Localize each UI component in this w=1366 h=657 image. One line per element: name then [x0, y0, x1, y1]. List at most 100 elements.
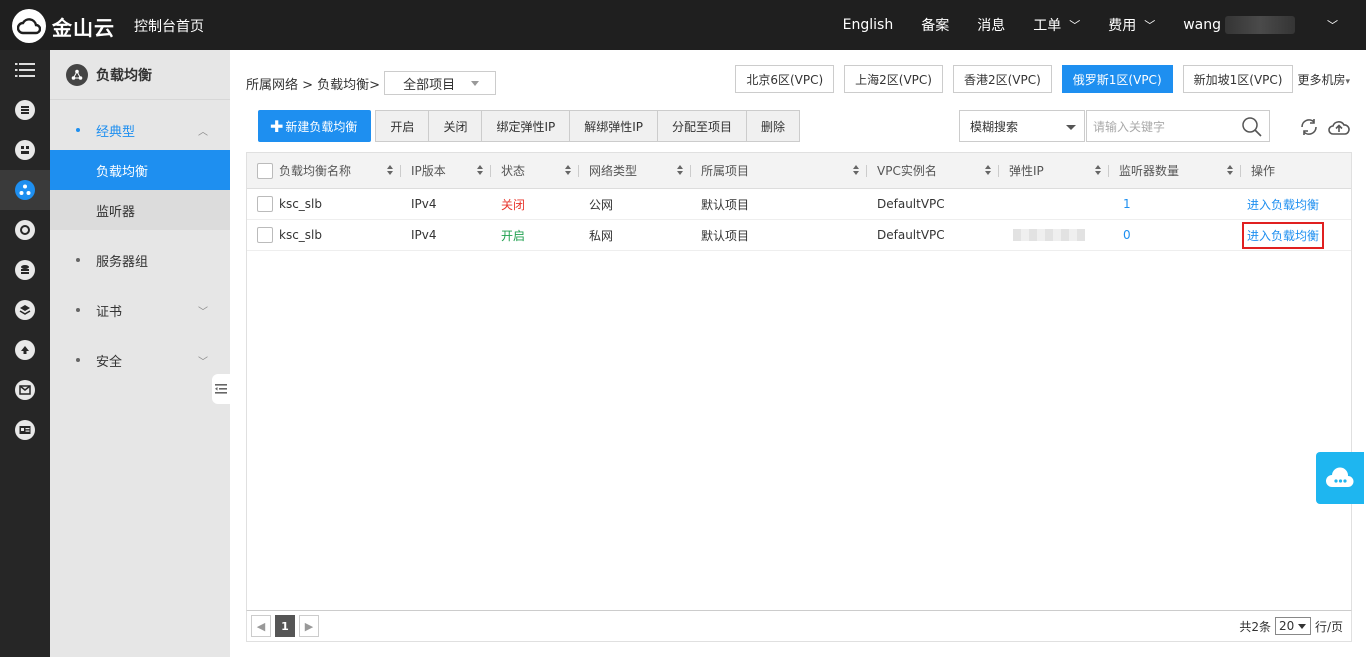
enter-load-balancer-link[interactable]: 进入负载均衡	[1241, 221, 1325, 249]
sort-icon[interactable]	[985, 164, 991, 175]
load-balancer-icon	[66, 63, 88, 86]
bullet	[76, 128, 80, 132]
sidebar-group-server-group[interactable]: 服务器组	[50, 240, 230, 280]
column-name[interactable]: 负载均衡名称	[247, 153, 401, 189]
user-name-blur	[1225, 16, 1295, 34]
tickets-menu[interactable]: 工单 ﹀	[1033, 15, 1080, 35]
nav-cloud-upload[interactable]	[0, 330, 50, 370]
search-icon[interactable]	[1241, 116, 1263, 138]
lb-name: ksc_slb	[279, 228, 323, 242]
page-size-select[interactable]: 20	[1274, 617, 1311, 635]
sort-icon[interactable]	[477, 164, 483, 175]
chevron-down-icon: ﹀	[198, 307, 208, 318]
ip-version: IPv4	[411, 228, 437, 242]
page-info: 共2条 20 行/页	[1239, 617, 1343, 635]
sidebar-group-security[interactable]: 安全 ﹀	[50, 340, 230, 380]
plus-icon: ✚	[270, 116, 284, 136]
mail-icon	[15, 380, 35, 400]
create-load-balancer-button[interactable]: ✚ 新建负载均衡	[258, 110, 372, 142]
cloud-logo-icon	[12, 9, 46, 43]
online-help-button[interactable]	[1316, 452, 1364, 504]
bind-eip-button[interactable]: 绑定弹性IP	[482, 111, 571, 141]
column-eip[interactable]: 弹性IP	[999, 153, 1109, 189]
nav-storage[interactable]	[0, 290, 50, 330]
nav-load-balancer[interactable]	[0, 170, 50, 210]
column-status[interactable]: 状态	[491, 153, 579, 189]
sort-icon[interactable]	[677, 164, 683, 175]
console-home-link[interactable]: 控制台首页	[134, 16, 204, 36]
project-select[interactable]: 全部项目	[384, 71, 497, 95]
database-icon	[15, 260, 35, 280]
load-balancer-icon	[15, 180, 35, 200]
sidebar-group-certificate[interactable]: 证书 ﹀	[50, 290, 230, 330]
hamburger-icon	[15, 63, 35, 77]
enter-load-balancer-link[interactable]: 进入负载均衡	[1247, 196, 1319, 213]
refresh-icon[interactable]	[1298, 116, 1320, 138]
nav-database[interactable]	[0, 250, 50, 290]
region-hongkong2[interactable]: 香港2区(VPC)	[952, 65, 1052, 93]
nav-id-card[interactable]	[0, 410, 50, 450]
sidebar: 负载均衡 经典型 ︿ 负载均衡 监听器 服务器组 证书 ﹀ 安全 ﹀	[50, 50, 230, 657]
sort-icon[interactable]	[1095, 164, 1101, 175]
layers-icon	[15, 300, 35, 320]
next-page-button[interactable]: ▶	[299, 615, 319, 637]
unbind-eip-button[interactable]: 解绑弹性IP	[570, 111, 659, 141]
status-badge: 开启	[501, 228, 526, 243]
enable-button[interactable]: 开启	[376, 111, 430, 141]
listener-count-link[interactable]: 0	[1123, 228, 1131, 242]
column-listener-count[interactable]: 监听器数量	[1109, 153, 1241, 189]
english-link[interactable]: English	[843, 17, 894, 33]
row-checkbox[interactable]	[257, 196, 273, 212]
more-regions-dropdown[interactable]: 更多机房▾	[1297, 71, 1350, 88]
search-mode-select[interactable]: 模糊搜索	[959, 110, 1085, 142]
sidebar-item-load-balancer[interactable]: 负载均衡	[50, 150, 230, 190]
sort-icon[interactable]	[565, 164, 571, 175]
region-shanghai2[interactable]: 上海2区(VPC)	[844, 65, 943, 93]
column-ip-version[interactable]: IP版本	[401, 153, 491, 189]
chat-cloud-icon	[1326, 467, 1354, 487]
chevron-down-icon: ﹀	[1327, 19, 1338, 32]
chevron-down-icon: ﹀	[1144, 19, 1156, 32]
billing-menu[interactable]: 费用 ﹀	[1108, 15, 1155, 35]
nav-container[interactable]	[0, 130, 50, 170]
column-project[interactable]: 所属项目	[691, 153, 867, 189]
page-button[interactable]: 1	[275, 615, 295, 637]
sidebar-group-classic[interactable]: 经典型 ︿	[50, 110, 230, 150]
vpc-name: DefaultVPC	[877, 228, 945, 242]
table-row: ksc_slb IPv4 开启 私网 默认项目 DefaultVPC 0 进入负…	[247, 220, 1351, 251]
status-badge: 关闭	[501, 197, 526, 212]
user-menu[interactable]: wang ﹀	[1183, 16, 1338, 34]
nav-network[interactable]	[0, 210, 50, 250]
nav-mail[interactable]	[0, 370, 50, 410]
sort-icon[interactable]	[387, 164, 393, 175]
sort-icon[interactable]	[1227, 164, 1233, 175]
region-beijing6[interactable]: 北京6区(VPC)	[735, 65, 835, 93]
delete-button[interactable]: 删除	[747, 111, 799, 141]
caret-down-icon	[1066, 125, 1076, 130]
menu-toggle[interactable]	[0, 50, 50, 90]
sidebar-collapse-button[interactable]	[212, 374, 230, 404]
filing-link[interactable]: 备案	[921, 15, 949, 35]
breadcrumb: 所属网络 > 负载均衡> 全部项目	[246, 71, 497, 95]
network-type: 公网	[589, 197, 614, 212]
listener-count-link[interactable]: 1	[1123, 197, 1131, 211]
sort-icon[interactable]	[853, 164, 859, 175]
caret-down-icon	[1297, 624, 1306, 629]
column-network-type[interactable]: 网络类型	[579, 153, 691, 189]
select-all-checkbox[interactable]	[257, 162, 273, 179]
disable-button[interactable]: 关闭	[429, 111, 483, 141]
column-vpc[interactable]: VPC实例名	[867, 153, 999, 189]
assign-project-button[interactable]: 分配至项目	[658, 111, 748, 141]
sidebar-item-listener[interactable]: 监听器	[50, 190, 230, 230]
messages-link[interactable]: 消息	[977, 15, 1005, 35]
eip-blurred	[1013, 229, 1085, 241]
caret-down-icon	[471, 81, 480, 86]
region-russia1[interactable]: 俄罗斯1区(VPC)	[1061, 65, 1173, 93]
row-checkbox[interactable]	[257, 227, 273, 243]
brand-logo[interactable]: 金山云	[12, 9, 115, 43]
nav-server[interactable]	[0, 90, 50, 130]
search-input[interactable]: 请输入关键字	[1086, 110, 1270, 142]
region-singapore1[interactable]: 新加坡1区(VPC)	[1182, 65, 1294, 93]
export-cloud-icon[interactable]	[1328, 117, 1350, 137]
prev-page-button[interactable]: ◀	[251, 615, 271, 637]
